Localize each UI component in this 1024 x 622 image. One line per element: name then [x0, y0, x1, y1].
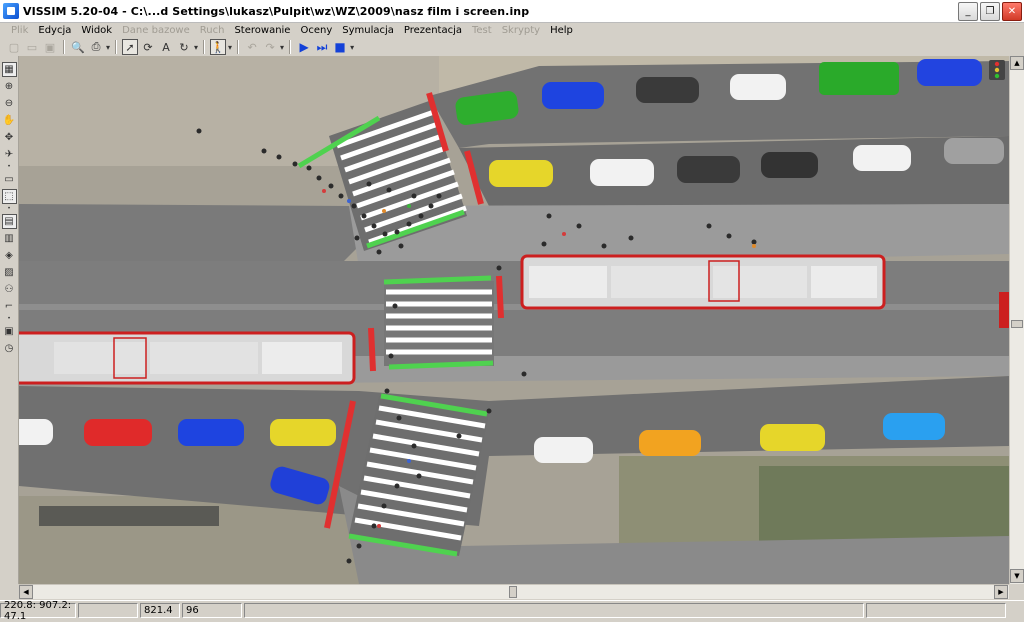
horizontal-scroll-thumb[interactable] [509, 586, 517, 598]
vertical-scrollbar[interactable]: ▲ ▼ [1009, 56, 1024, 584]
minimize-button[interactable]: _ [958, 2, 978, 21]
undo-dropdown-icon[interactable]: ▾ [280, 43, 284, 52]
aircraft-icon[interactable]: ✈ [2, 147, 17, 162]
toolbar-separator [115, 40, 118, 54]
grid-icon[interactable]: ▤ [1, 214, 17, 229]
print-preview-icon[interactable]: 🔍 [70, 39, 86, 55]
link-edit-icon[interactable]: ⬚ [1, 189, 17, 204]
rotate-3d-icon[interactable]: ✥ [2, 130, 17, 145]
menu-prezentacja[interactable]: Prezentacja [399, 25, 467, 36]
group-dot-icon: • [7, 205, 11, 212]
pedestrian-dropdown-icon[interactable]: ▾ [228, 43, 232, 52]
toolbar-separator [63, 40, 65, 54]
tram-right [520, 254, 886, 310]
menu-symulacja[interactable]: Symulacja [337, 25, 399, 36]
rotate-view-icon[interactable]: ↻ [176, 39, 192, 55]
open-file-icon[interactable]: ▭ [24, 39, 40, 55]
status-empty-cell [78, 603, 138, 618]
play-icon[interactable]: ▶ [296, 39, 312, 55]
view-dropdown-icon[interactable]: ▾ [194, 43, 198, 52]
network-svg [19, 56, 1009, 584]
sim-dropdown-icon[interactable]: ▾ [350, 43, 354, 52]
rotate-tool-icon[interactable]: ⟳ [140, 39, 156, 55]
text-size-icon[interactable]: A [158, 39, 174, 55]
menu-sterowanie[interactable]: Sterowanie [229, 25, 295, 36]
pedestrian-area-icon[interactable]: ⚇ [2, 282, 17, 297]
tram-left [19, 331, 356, 385]
vertical-scroll-thumb[interactable] [1011, 320, 1023, 328]
select-pointer-icon[interactable]: ➚ [122, 39, 139, 55]
scroll-left-arrow-icon[interactable]: ◀ [19, 585, 33, 599]
scroll-right-arrow-icon[interactable]: ▶ [994, 585, 1008, 599]
status-empty-cell [244, 603, 864, 618]
maximize-button[interactable]: ❐ [980, 2, 1000, 21]
toolbar-separator [203, 40, 206, 54]
undo-icon[interactable]: ↶ [244, 39, 260, 55]
main-toolbar: ▢ ▭ ▣ 🔍 ⎙ ▾ ➚ ⟳ A ↻ ▾ 🚶 ▾ ↶ ↷ ▾ ▶ ⏭ ■ ▾ [0, 38, 1024, 56]
group-dot-icon: • [7, 315, 11, 322]
left-road-upper [19, 204, 379, 266]
tram-edge [999, 292, 1009, 328]
menu-bar: Plik Edycja Widok Dane bazowe Ruch Stero… [0, 22, 1024, 38]
node-icon[interactable]: ▥ [2, 231, 17, 246]
menu-skrypty[interactable]: Skrypty [497, 25, 545, 36]
status-bar: 220.8: 907.2: 47.1 821.4 96 [0, 600, 1024, 622]
menu-edycja[interactable]: Edycja [33, 25, 76, 36]
menu-ruch[interactable]: Ruch [195, 25, 230, 36]
menu-widok[interactable]: Widok [76, 25, 117, 36]
menu-plik[interactable]: Plik [6, 25, 33, 36]
zoom-out-icon[interactable]: ⊖ [2, 96, 17, 111]
left-toolbar: ▦ ⊕ ⊖ ✋ ✥ ✈ • ▭ ⬚ • ▤ ▥ ◈ ▨ ⚇ ⌐ • ▣ ◷ [0, 56, 19, 584]
status-coordinates: 220.8: 907.2: 47.1 [0, 600, 76, 622]
pan-hand-icon[interactable]: ✋ [2, 113, 17, 128]
aerial-patch [39, 506, 219, 526]
status-speed: 96 [182, 603, 242, 618]
vissim-app-icon [3, 3, 19, 19]
zoom-in-icon[interactable]: ⊕ [2, 79, 17, 94]
window-title: VISSIM 5.20-04 - C:\...d Settings\lukasz… [23, 4, 530, 18]
status-empty-cell [866, 603, 1006, 618]
signal-head-icon[interactable]: ◈ [2, 248, 17, 263]
group-dot-icon: • [7, 163, 11, 170]
title-bar: VISSIM 5.20-04 - C:\...d Settings\lukasz… [0, 0, 1024, 23]
step-icon[interactable]: ⏭ [314, 39, 330, 55]
camera-icon[interactable]: ▣ [2, 324, 17, 339]
scroll-down-arrow-icon[interactable]: ▼ [1010, 569, 1024, 583]
network-view-icon[interactable]: ▦ [1, 62, 17, 77]
stop-icon[interactable]: ■ [332, 39, 348, 55]
toolbar-separator [289, 40, 292, 54]
window-controls: _ ❐ ✕ [958, 2, 1022, 21]
new-file-icon[interactable]: ▢ [6, 39, 22, 55]
detector-icon[interactable]: ▨ [2, 265, 17, 280]
close-button[interactable]: ✕ [1002, 2, 1022, 21]
horizontal-scrollbar[interactable]: ◀ ▶ [19, 584, 1009, 599]
simulation-network-view[interactable] [19, 56, 1009, 584]
pedestrian-icon[interactable]: 🚶 [210, 39, 227, 55]
menu-help[interactable]: Help [545, 25, 578, 36]
print-dropdown-icon[interactable]: ▾ [106, 43, 110, 52]
redo-icon[interactable]: ↷ [262, 39, 278, 55]
toolbar-separator [237, 40, 240, 54]
status-sim-time: 821.4 [140, 603, 180, 618]
menu-oceny[interactable]: Oceny [295, 25, 337, 36]
save-icon[interactable]: ▣ [42, 39, 58, 55]
scroll-up-arrow-icon[interactable]: ▲ [1010, 56, 1024, 70]
traffic-signal-icon[interactable] [989, 60, 1005, 80]
clock-icon[interactable]: ◷ [2, 341, 17, 356]
rectangle-select-icon[interactable]: ▭ [2, 172, 17, 187]
menu-test[interactable]: Test [467, 25, 497, 36]
ramp-icon[interactable]: ⌐ [2, 299, 17, 314]
print-icon[interactable]: ⎙ [88, 39, 104, 55]
menu-dane-bazowe[interactable]: Dane bazowe [117, 25, 195, 36]
scrollbar-corner [1009, 584, 1024, 599]
